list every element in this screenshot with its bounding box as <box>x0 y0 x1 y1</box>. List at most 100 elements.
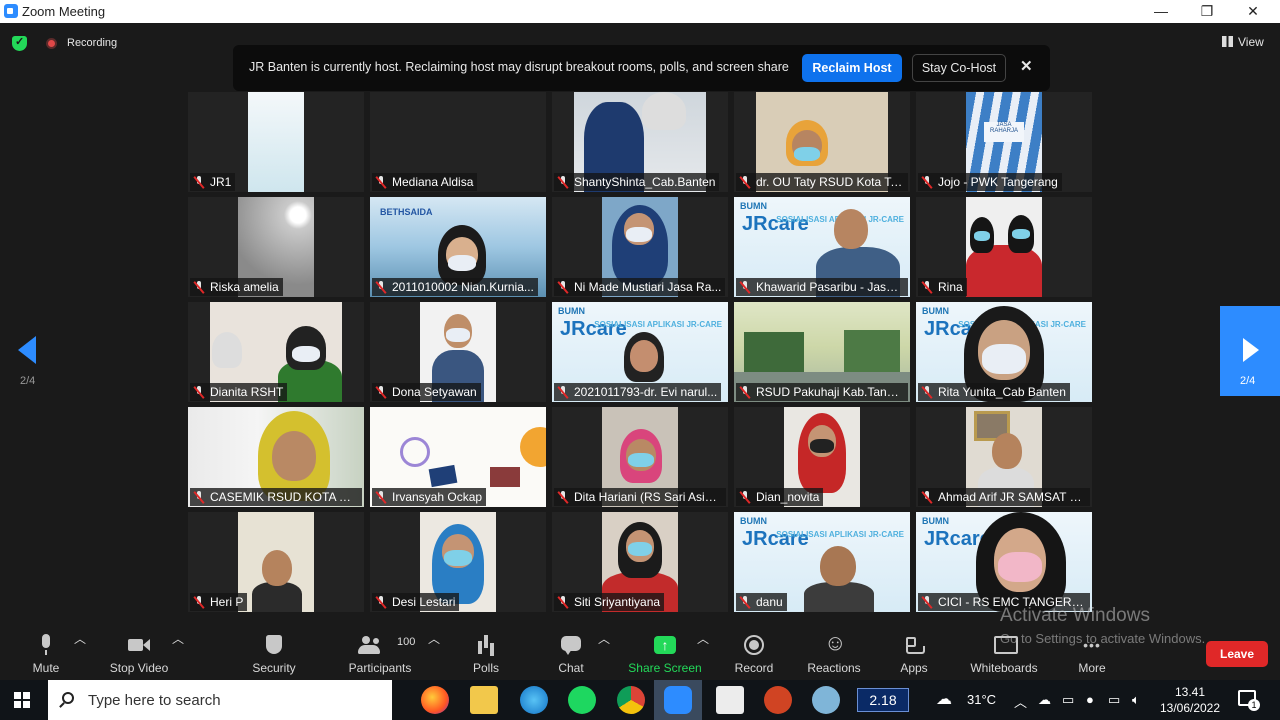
security-button[interactable]: Security <box>244 630 304 680</box>
taskbar-clock[interactable]: 13.41 13/06/2022 <box>1158 684 1222 716</box>
participant-tile[interactable]: Riska amelia <box>188 197 364 297</box>
participant-tile[interactable]: Dianita RSHT <box>188 302 364 402</box>
participant-tile[interactable]: Siti Sriyantiyana <box>552 512 728 612</box>
muted-mic-icon <box>195 281 203 293</box>
apps-button[interactable]: Apps <box>894 630 934 680</box>
participant-tile[interactable]: RSUD Pakuhaji Kab.Tange... <box>734 302 910 402</box>
window-titlebar: Zoom Meeting — ❐ ✕ <box>0 0 1280 23</box>
audio-options-caret-icon[interactable]: ︿ <box>74 630 86 680</box>
muted-mic-icon <box>741 176 749 188</box>
volume-icon[interactable]: 🔈︎ <box>1132 692 1140 708</box>
participant-tile[interactable]: BUMN JRcare SOSIALISASI APLIKASI JR-CARE… <box>734 197 910 297</box>
participant-tile[interactable]: Ni Made Mustiari Jasa Ra... <box>552 197 728 297</box>
share-screen-button[interactable]: Share Screen <box>626 630 704 680</box>
minimize-button[interactable]: — <box>1138 0 1184 23</box>
participant-tile[interactable]: JASA RAHARJA Jojo - PWK Tangerang <box>916 92 1092 192</box>
participant-name: RSUD Pakuhaji Kab.Tange... <box>736 383 908 401</box>
chat-button[interactable]: Chat <box>548 630 594 680</box>
muted-mic-icon <box>923 491 931 503</box>
participant-name: Desi Lestari <box>372 593 460 611</box>
search-icon <box>62 692 74 704</box>
app-icon[interactable] <box>812 686 840 714</box>
zoom-icon <box>664 686 692 714</box>
file-explorer-icon[interactable] <box>470 686 498 714</box>
grid-view-icon <box>1222 36 1233 47</box>
restore-button[interactable]: ❐ <box>1184 0 1230 23</box>
participant-name: Mediana Aldisa <box>372 173 478 191</box>
share-screen-icon <box>654 634 676 656</box>
video-editor-icon[interactable] <box>716 686 744 714</box>
participant-tile[interactable]: JR1 <box>188 92 364 192</box>
muted-mic-icon <box>195 386 203 398</box>
participant-tile[interactable]: Heri P <box>188 512 364 612</box>
mute-button[interactable]: Mute <box>20 630 72 680</box>
participant-tile[interactable]: Dita Hariani (RS Sari Asih ... <box>552 407 728 507</box>
participant-tile[interactable]: CASEMIK RSUD KOTA TNG <box>188 407 364 507</box>
participant-tile[interactable]: ShantyShinta_Cab.Banten <box>552 92 728 192</box>
share-options-caret-icon[interactable]: ︿ <box>697 630 709 680</box>
onedrive-cloud-icon[interactable]: ☁ <box>1038 692 1051 708</box>
participant-tile[interactable]: BUMN JRcare SOSIALISASI APLIKASI JR-CARE… <box>916 302 1092 402</box>
record-button[interactable]: Record <box>730 630 778 680</box>
zoom-taskbar-button[interactable] <box>654 680 702 720</box>
taskbar-search-box[interactable]: Type here to search <box>48 680 392 720</box>
participant-tile[interactable]: BETHSAIDA 2011010002 Nian.Kurnia... <box>370 197 546 297</box>
view-button[interactable]: View <box>1222 35 1264 49</box>
zoom-app-icon <box>4 4 18 18</box>
close-window-button[interactable]: ✕ <box>1230 0 1276 23</box>
powerpoint-icon[interactable] <box>764 686 792 714</box>
reactions-button[interactable]: Reactions <box>804 630 864 680</box>
chat-options-caret-icon[interactable]: ︿ <box>598 630 610 680</box>
participant-tile[interactable]: Mediana Aldisa <box>370 92 546 192</box>
participant-name: Siti Sriyantiyana <box>554 593 665 611</box>
previous-page-arrow-icon[interactable] <box>18 336 36 364</box>
participants-button[interactable]: 100 Participants <box>340 630 420 680</box>
participant-name: JR1 <box>190 173 236 191</box>
participant-name: Rina <box>918 278 967 296</box>
next-page-button[interactable]: 2/4 <box>1220 306 1280 396</box>
polls-button[interactable]: Polls <box>464 630 508 680</box>
bethsaida-logo: BETHSAIDA <box>380 207 433 217</box>
participant-count: 100 <box>397 636 416 648</box>
video-options-caret-icon[interactable]: ︿ <box>172 630 184 680</box>
windows-start-icon[interactable] <box>14 692 30 708</box>
meet-now-icon[interactable]: ▭ <box>1062 692 1074 708</box>
stop-video-button[interactable]: Stop Video <box>102 630 176 680</box>
cpu-meter[interactable]: 2.18 <box>857 688 909 712</box>
stay-cohost-button[interactable]: Stay Co-Host <box>912 54 1006 82</box>
muted-mic-icon <box>741 281 749 293</box>
participant-name: Dian_novita <box>736 488 824 506</box>
muted-mic-icon <box>741 596 749 608</box>
muted-mic-icon <box>377 596 385 608</box>
participant-tile[interactable]: Rina <box>916 197 1092 297</box>
participant-tile[interactable]: Desi Lestari <box>370 512 546 612</box>
reclaim-host-button[interactable]: Reclaim Host <box>802 54 902 82</box>
participant-tile[interactable]: Irvansyah Ockap <box>370 407 546 507</box>
microphone-tray-icon[interactable]: ● <box>1086 692 1094 707</box>
participant-tile[interactable]: Ahmad Arif JR SAMSAT C... <box>916 407 1092 507</box>
muted-mic-icon <box>559 491 567 503</box>
next-page-label: 2/4 <box>1240 375 1256 387</box>
participant-tile[interactable]: BUMN JRcare SOSIALISASI APLIKASI JR-CARE… <box>734 512 910 612</box>
encryption-shield-icon[interactable] <box>12 35 27 51</box>
participants-options-caret-icon[interactable]: ︿ <box>428 630 440 680</box>
participant-tile[interactable]: dr. OU Taty RSUD Kota Ta... <box>734 92 910 192</box>
temperature[interactable]: 31°C <box>967 692 996 707</box>
internet-explorer-icon[interactable] <box>520 686 548 714</box>
leave-button[interactable]: Leave <box>1206 641 1268 667</box>
close-banner-icon[interactable]: ✕ <box>1020 57 1033 75</box>
firefox-icon[interactable] <box>421 686 449 714</box>
participant-tile[interactable]: Dona Setyawan <box>370 302 546 402</box>
spotify-icon[interactable] <box>568 686 596 714</box>
participant-name: Riska amelia <box>190 278 283 296</box>
chrome-icon[interactable] <box>617 686 645 714</box>
participant-tile[interactable]: Dian_novita <box>734 407 910 507</box>
participant-tile[interactable]: BUMN JRcare SOSIALISASI APLIKASI JR-CARE… <box>552 302 728 402</box>
tray-chevron-icon[interactable]: ︿ <box>1014 692 1027 711</box>
participants-icon <box>358 634 380 656</box>
muted-mic-icon <box>195 176 203 188</box>
muted-mic-icon <box>377 176 385 188</box>
participant-tile[interactable]: BUMN JRcare CICI - RS EMC TANGERA... <box>916 512 1092 612</box>
battery-icon[interactable]: ▭ <box>1108 692 1120 708</box>
search-placeholder: Type here to search <box>88 692 221 709</box>
